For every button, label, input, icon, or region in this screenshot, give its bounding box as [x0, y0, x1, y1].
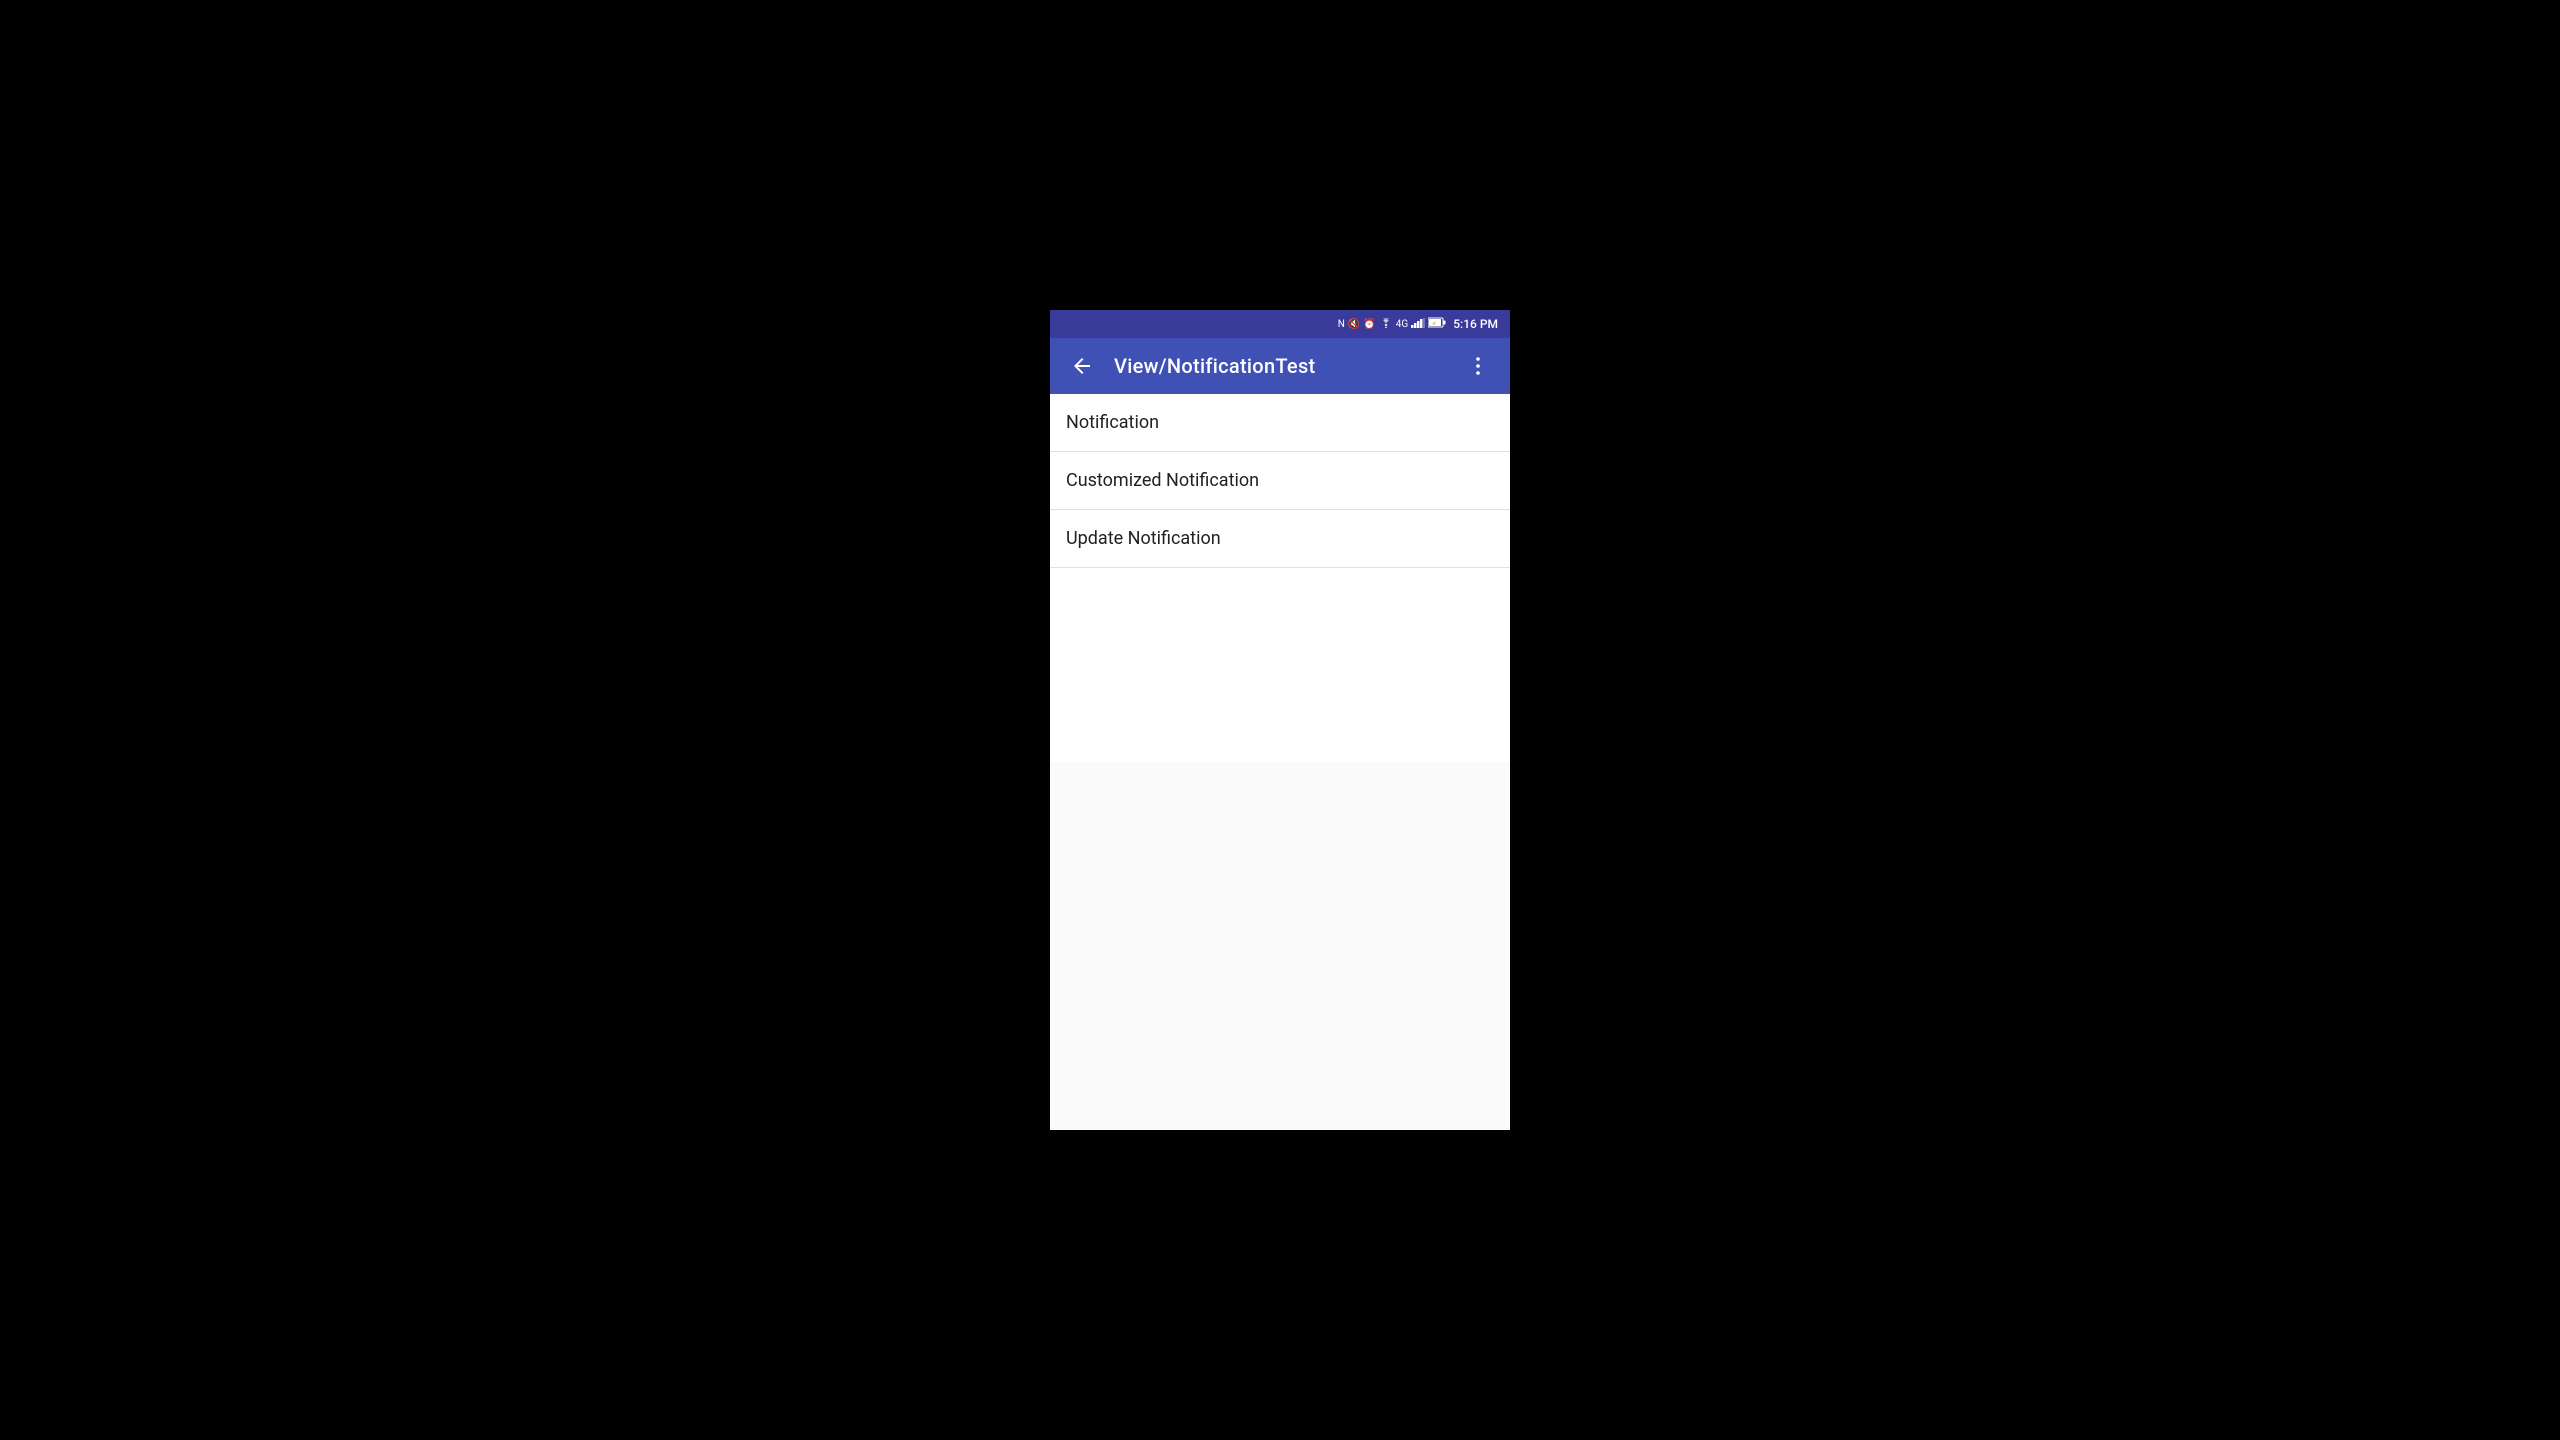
app-bar-title: View/NotificationTest [1114, 354, 1446, 378]
battery-icon: ⚡ [1428, 317, 1446, 331]
list-item-update-notification-label: Update Notification [1066, 528, 1221, 549]
wifi-icon [1379, 318, 1393, 331]
status-time: 5:16 PM [1453, 317, 1498, 331]
mute-icon: 🔇 [1348, 319, 1360, 330]
network-icon-1: N [1338, 319, 1345, 330]
list-item-notification-label: Notification [1066, 412, 1159, 433]
list-item-update-notification[interactable]: Update Notification [1050, 510, 1510, 568]
list-item-customized-notification-label: Customized Notification [1066, 470, 1259, 491]
app-bar: View/NotificationTest [1050, 338, 1510, 394]
phone-screen: N 🔇 ⏰ 4G [1050, 310, 1510, 1130]
back-button[interactable] [1066, 350, 1098, 382]
status-bar-icons: N 🔇 ⏰ 4G [1338, 317, 1498, 331]
signal-strength-icon [1411, 318, 1425, 331]
list-container: Notification Customized Notification Upd… [1050, 394, 1510, 762]
list-item-customized-notification[interactable]: Customized Notification [1050, 452, 1510, 510]
menu-button[interactable] [1462, 350, 1494, 382]
svg-text:⚡: ⚡ [1431, 320, 1437, 327]
alarm-icon: ⏰ [1363, 319, 1375, 330]
network-type-icon: 4G [1396, 319, 1408, 330]
list-item-notification[interactable]: Notification [1050, 394, 1510, 452]
empty-area [1050, 762, 1510, 1130]
status-bar: N 🔇 ⏰ 4G [1050, 310, 1510, 338]
